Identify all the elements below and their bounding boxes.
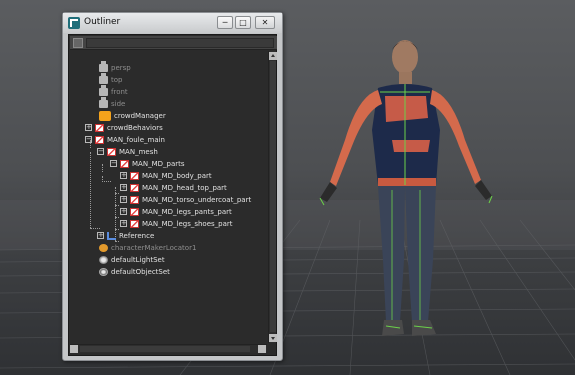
item-label: side: [111, 99, 126, 108]
set-icon: [130, 183, 139, 192]
outliner-item-side[interactable]: side: [99, 96, 126, 109]
set-icon: [120, 159, 129, 168]
scrollbar-thumb[interactable]: [80, 346, 250, 352]
camera-icon: [99, 84, 108, 96]
outliner-item-man-md-parts[interactable]: − MAN_MD_parts: [110, 158, 185, 169]
item-label: MAN_foule_main: [107, 135, 165, 144]
outliner-item-man-foule-main[interactable]: − MAN_foule_main: [85, 134, 165, 145]
set-icon: [130, 219, 139, 228]
set-icon: [95, 135, 104, 144]
outliner-item-defaultlightset[interactable]: defaultLightSet: [99, 254, 165, 265]
crowd-manager-icon: [99, 110, 111, 121]
outliner-item-man-md-legs-pants-part[interactable]: + MAN_MD_legs_pants_part: [120, 206, 232, 217]
item-label: MAN_MD_legs_shoes_part: [142, 219, 233, 228]
tree-connector: [90, 228, 100, 229]
scroll-right-arrow-icon[interactable]: [258, 345, 266, 353]
tree-connector: [102, 176, 103, 180]
expand-toggle[interactable]: +: [120, 220, 127, 227]
outliner-item-defaultobjectset[interactable]: defaultObjectSet: [99, 266, 170, 277]
minimize-button[interactable]: ─: [217, 16, 233, 29]
outliner-item-man-md-body-part[interactable]: + MAN_MD_body_part: [120, 170, 212, 181]
outliner-window[interactable]: Outliner ─ □ ✕ persp top front side crow…: [62, 12, 283, 361]
expand-toggle[interactable]: +: [120, 196, 127, 203]
set-icon: [107, 147, 116, 156]
outliner-item-crowdbehaviors[interactable]: + crowdBehaviors: [85, 122, 163, 133]
vertical-scrollbar[interactable]: [268, 51, 277, 343]
item-label: MAN_MD_torso_undercoat_part: [142, 195, 252, 204]
item-label: MAN_MD_body_part: [142, 171, 212, 180]
scroll-up-arrow-icon[interactable]: [269, 52, 277, 60]
maximize-button[interactable]: □: [235, 16, 251, 29]
item-label: MAN_mesh: [119, 147, 158, 156]
outliner-panel: persp top front side crowdManager + crow…: [68, 34, 277, 356]
expand-toggle[interactable]: +: [97, 232, 104, 239]
filter-input[interactable]: [86, 38, 274, 48]
outliner-item-man-mesh[interactable]: − MAN_mesh: [97, 146, 158, 157]
item-label: Reference: [119, 231, 155, 240]
item-label: front: [111, 87, 128, 96]
collapse-toggle[interactable]: −: [97, 148, 104, 155]
item-label: persp: [111, 63, 131, 72]
expand-toggle[interactable]: +: [85, 124, 92, 131]
item-label: crowdBehaviors: [107, 123, 163, 132]
outliner-tree[interactable]: persp top front side crowdManager + crow…: [70, 51, 266, 343]
tree-connector: [115, 193, 119, 194]
filter-bar: [70, 36, 277, 50]
tree-connector: [90, 152, 91, 228]
outliner-titlebar[interactable]: Outliner ─ □ ✕: [63, 13, 282, 33]
set-icon: [130, 207, 139, 216]
tree-connector: [115, 205, 119, 206]
tree-connector: [102, 181, 111, 182]
item-label: MAN_MD_parts: [132, 159, 185, 168]
item-label: MAN_MD_legs_pants_part: [142, 207, 232, 216]
expand-toggle[interactable]: +: [120, 208, 127, 215]
maya-app-icon: [68, 17, 80, 29]
set-icon: [130, 171, 139, 180]
outliner-item-top[interactable]: top: [99, 72, 123, 85]
filter-icon[interactable]: [73, 38, 83, 48]
camera-icon: [99, 60, 108, 72]
close-button[interactable]: ✕: [255, 16, 275, 29]
light-set-icon: [99, 255, 108, 264]
object-set-icon: [99, 267, 108, 276]
3d-character-model[interactable]: [319, 40, 493, 336]
outliner-item-man-md-head-top-part[interactable]: + MAN_MD_head_top_part: [120, 182, 227, 193]
scroll-down-arrow-icon[interactable]: [269, 334, 277, 342]
window-title: Outliner: [84, 17, 121, 27]
item-label: top: [111, 75, 123, 84]
tree-connector: [102, 164, 103, 172]
outliner-item-man-md-torso-undercoat-part[interactable]: + MAN_MD_torso_undercoat_part: [120, 194, 251, 205]
set-icon: [95, 123, 104, 132]
item-label: crowdManager: [114, 111, 166, 120]
collapse-toggle[interactable]: −: [110, 160, 117, 167]
item-label: MAN_MD_head_top_part: [142, 183, 227, 192]
horizontal-scrollbar[interactable]: [70, 344, 267, 353]
tree-connector: [115, 217, 119, 218]
item-label: defaultObjectSet: [111, 267, 170, 276]
scroll-left-arrow-icon[interactable]: [70, 345, 78, 353]
outliner-item-charactermakerlocator1[interactable]: characterMakerLocator1: [99, 242, 196, 253]
locator-icon: [99, 243, 108, 252]
set-icon: [130, 195, 139, 204]
outliner-item-front[interactable]: front: [99, 84, 128, 97]
outliner-item-persp[interactable]: persp: [99, 60, 131, 73]
scrollbar-thumb[interactable]: [270, 61, 276, 332]
outliner-item-man-md-legs-shoes-part[interactable]: + MAN_MD_legs_shoes_part: [120, 218, 233, 229]
reference-icon: [107, 231, 116, 240]
collapse-toggle[interactable]: −: [85, 136, 92, 143]
item-label: characterMakerLocator1: [111, 243, 197, 252]
item-label: defaultLightSet: [111, 255, 165, 264]
outliner-item-reference[interactable]: + Reference: [97, 230, 154, 241]
outliner-item-crowdmanager[interactable]: crowdManager: [99, 110, 166, 121]
camera-icon: [99, 96, 108, 108]
camera-icon: [99, 72, 108, 84]
expand-toggle[interactable]: +: [120, 172, 127, 179]
expand-toggle[interactable]: +: [120, 184, 127, 191]
